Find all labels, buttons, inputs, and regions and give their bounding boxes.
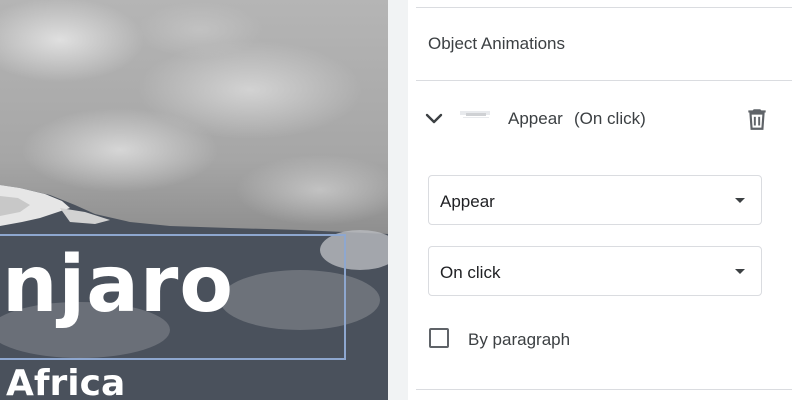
divider [416,7,792,8]
by-paragraph-label: By paragraph [468,330,571,349]
dropdown-caret-icon [735,269,745,274]
animation-list-item[interactable]: Appear (On click) [418,96,788,142]
by-paragraph-checkbox[interactable] [429,328,449,348]
animation-thumbnail-icon [460,111,490,118]
dropdown-caret-icon [735,198,745,203]
panel-title: Object Animations [428,34,566,53]
chevron-down-icon[interactable] [422,107,446,131]
trigger-select-value: On click [440,263,501,282]
animation-trigger: (On click) [574,109,646,128]
animations-panel: Object Animations Appear (On click) Appe… [408,0,800,400]
by-paragraph-option[interactable]: By paragraph [428,326,628,352]
animation-name: Appear [508,109,563,128]
divider [416,389,792,390]
effect-select[interactable]: Appear [428,175,762,225]
slide-canvas[interactable]: njaro Africa [0,0,388,400]
trigger-select[interactable]: On click [428,246,762,296]
slide-title-text[interactable]: njaro [2,246,234,324]
trash-icon[interactable] [744,106,770,132]
divider [416,80,792,81]
effect-select-value: Appear [440,192,495,211]
slide-subtitle-text[interactable]: Africa [6,366,125,400]
